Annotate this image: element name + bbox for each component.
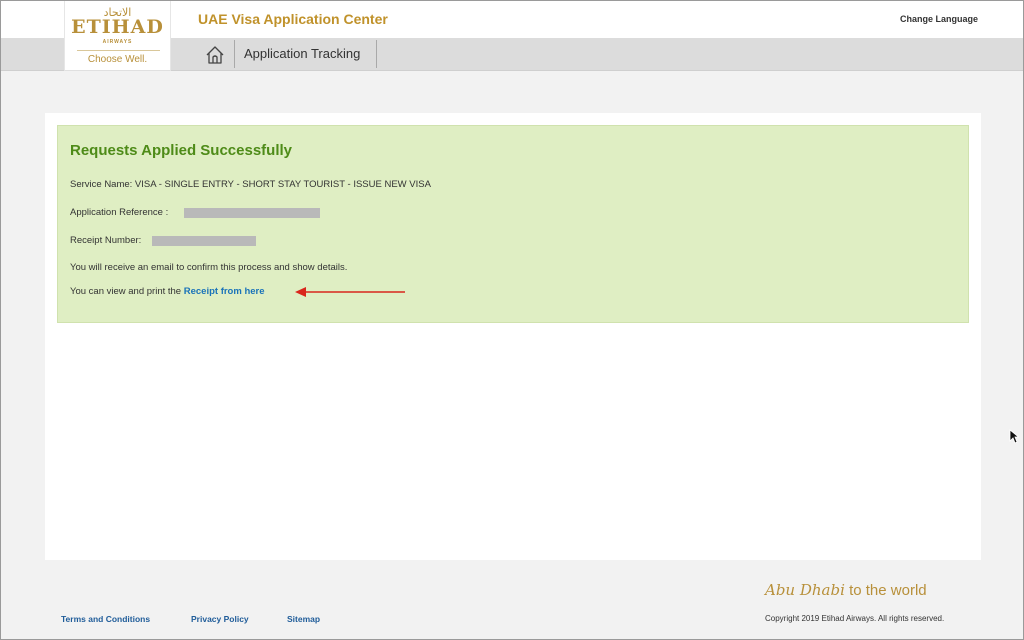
footer-slogan: Abu Dhabi to the world xyxy=(765,581,927,599)
nav-separator xyxy=(234,40,235,68)
nav-application-tracking[interactable]: Application Tracking xyxy=(244,46,360,61)
footer-privacy-link[interactable]: Privacy Policy xyxy=(191,614,249,624)
receipt-number-label: Receipt Number: xyxy=(70,235,142,246)
home-icon xyxy=(206,45,224,64)
application-reference-label: Application Reference : xyxy=(70,207,169,218)
mouse-cursor-icon xyxy=(1009,429,1019,444)
app-title: UAE Visa Application Center xyxy=(198,11,388,27)
email-notice: You will receive an email to confirm thi… xyxy=(70,262,348,273)
success-title: Requests Applied Successfully xyxy=(70,142,293,159)
nav-separator xyxy=(376,40,377,68)
footer-sitemap-link[interactable]: Sitemap xyxy=(287,614,320,624)
logo-tagline: Choose Well. xyxy=(87,54,148,65)
receipt-link[interactable]: Receipt from here xyxy=(184,286,265,297)
print-receipt-line: You can view and print the Receipt from … xyxy=(70,286,265,297)
receipt-number-redacted xyxy=(152,236,256,246)
change-language-link[interactable]: Change Language xyxy=(900,14,978,24)
footer-copyright: Copyright 2019 Etihad Airways. All right… xyxy=(765,614,945,623)
annotation-arrow-icon xyxy=(295,287,405,297)
print-receipt-prefix: You can view and print the xyxy=(70,286,184,297)
etihad-logo[interactable]: الاتحاد ETIHAD AIRWAYS Choose Well. xyxy=(64,1,171,71)
application-reference-redacted xyxy=(184,208,320,218)
home-button[interactable] xyxy=(201,41,229,68)
slogan-rest: to the world xyxy=(849,582,927,599)
logo-subtext: AIRWAYS xyxy=(102,39,133,45)
service-name: Service Name: VISA - SINGLE ENTRY - SHOR… xyxy=(70,179,431,190)
logo-wordmark: ETIHAD xyxy=(71,16,164,38)
footer-terms-link[interactable]: Terms and Conditions xyxy=(61,614,150,624)
slogan-script: Abu Dhabi xyxy=(765,581,845,599)
logo-divider xyxy=(77,50,160,51)
